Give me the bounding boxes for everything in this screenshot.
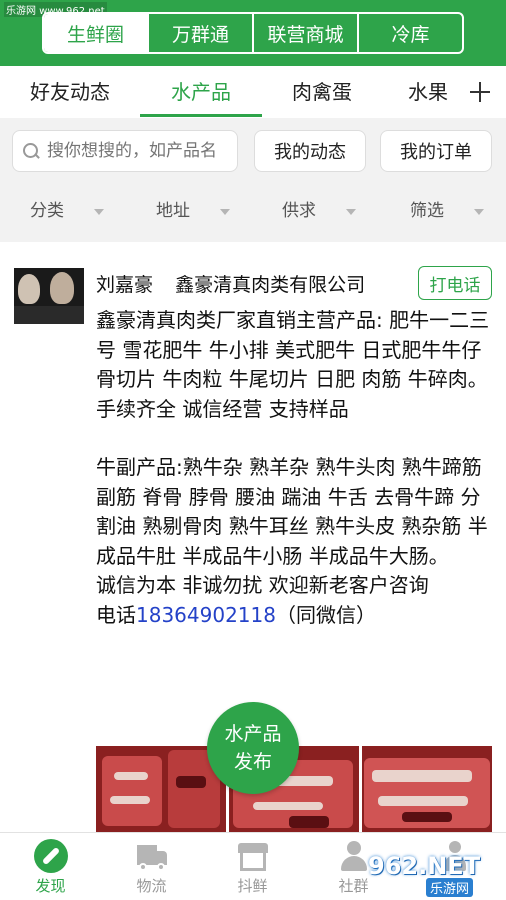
- tab-friends-activity[interactable]: 好友动态: [10, 66, 130, 118]
- author-name[interactable]: 刘嘉豪: [96, 274, 153, 296]
- tab-joint-mall[interactable]: 联营商城: [252, 14, 357, 52]
- tab-wanqun[interactable]: 万群通: [147, 14, 252, 52]
- post-text-byproducts: 牛副产品:熟牛杂 熟羊杂 熟牛头肉 熟牛蹄筋 副筋 脊骨 脖骨 腰油 踹油 牛舌…: [96, 455, 488, 568]
- filter-category[interactable]: 分类: [30, 186, 64, 236]
- post-text-slogan: 诚信为本 非诚勿扰 欢迎新老客户咨询: [96, 573, 429, 597]
- my-orders-button[interactable]: 我的订单: [380, 130, 492, 172]
- search-filter-panel: 我的动态 我的订单 分类 地址 供求 筛选: [0, 118, 506, 242]
- post-text-phone: 电话18364902118（同微信）: [96, 602, 376, 627]
- publish-fab-button[interactable]: 水产品 发布: [207, 702, 299, 794]
- active-tab-indicator: [140, 114, 262, 117]
- tab-fresh-circle[interactable]: 生鲜圈: [44, 14, 147, 52]
- avatar[interactable]: [14, 268, 84, 324]
- product-photo[interactable]: [96, 746, 226, 832]
- nav-doufresh[interactable]: 抖鲜: [202, 833, 303, 900]
- filter-address[interactable]: 地址: [156, 186, 190, 236]
- top-header: 乐游网 www.962.net 生鲜圈 万群通 联营商城 冷库: [0, 0, 506, 66]
- add-category-icon[interactable]: [466, 78, 494, 106]
- chevron-down-icon: [346, 209, 356, 215]
- shop-icon: [236, 839, 270, 873]
- watermark-subtitle: 乐游网: [426, 878, 474, 897]
- post-text-main: 鑫豪清真肉类厂家直销主营产品: 肥牛一二三号 雪花肥牛 牛小排 美式肥牛 日式肥…: [96, 308, 490, 421]
- nav-discover[interactable]: 发现: [0, 833, 101, 900]
- filter-supply-demand[interactable]: 供求: [282, 186, 316, 236]
- my-activity-button[interactable]: 我的动态: [254, 130, 366, 172]
- fab-label-category: 水产品: [224, 723, 282, 745]
- nav-logistics[interactable]: 物流: [101, 833, 202, 900]
- company-name: 鑫豪清真肉类有限公司: [175, 274, 366, 296]
- filter-screen[interactable]: 筛选: [410, 186, 444, 236]
- search-input[interactable]: [47, 131, 233, 171]
- tab-fruit[interactable]: 水果: [396, 66, 460, 118]
- top-segmented-tabs: 生鲜圈 万群通 联营商城 冷库: [42, 12, 464, 54]
- truck-icon: [135, 839, 169, 873]
- watermark-logo: 962.NET: [368, 852, 481, 880]
- post-content: 鑫豪清真肉类厂家直销主营产品: 肥牛一二三号 雪花肥牛 牛小排 美式肥牛 日式肥…: [96, 306, 492, 630]
- search-icon: [23, 143, 39, 159]
- call-button[interactable]: 打电话: [418, 266, 492, 300]
- nav-label: 物流: [136, 877, 167, 895]
- category-tabs: 好友动态 水产品 肉禽蛋 水果: [0, 66, 506, 118]
- tab-cold-storage[interactable]: 冷库: [357, 14, 462, 52]
- nav-label: 发现: [35, 877, 66, 895]
- phone-link[interactable]: 18364902118: [136, 603, 276, 627]
- compass-icon: [34, 839, 68, 873]
- tab-aquatic[interactable]: 水产品: [140, 66, 262, 118]
- people-icon: [337, 839, 371, 873]
- site-watermark: 962.NET 乐游网: [368, 852, 502, 897]
- chevron-down-icon: [94, 209, 104, 215]
- search-box[interactable]: [12, 130, 238, 172]
- tab-meat-poultry-eggs[interactable]: 肉禽蛋: [274, 66, 370, 118]
- product-photo[interactable]: [362, 746, 492, 832]
- post-author-line: 刘嘉豪 鑫豪清真肉类有限公司: [96, 270, 365, 297]
- chevron-down-icon: [220, 209, 230, 215]
- chevron-down-icon: [474, 209, 484, 215]
- fab-label-publish: 发布: [233, 751, 272, 773]
- nav-label: 抖鲜: [237, 877, 268, 895]
